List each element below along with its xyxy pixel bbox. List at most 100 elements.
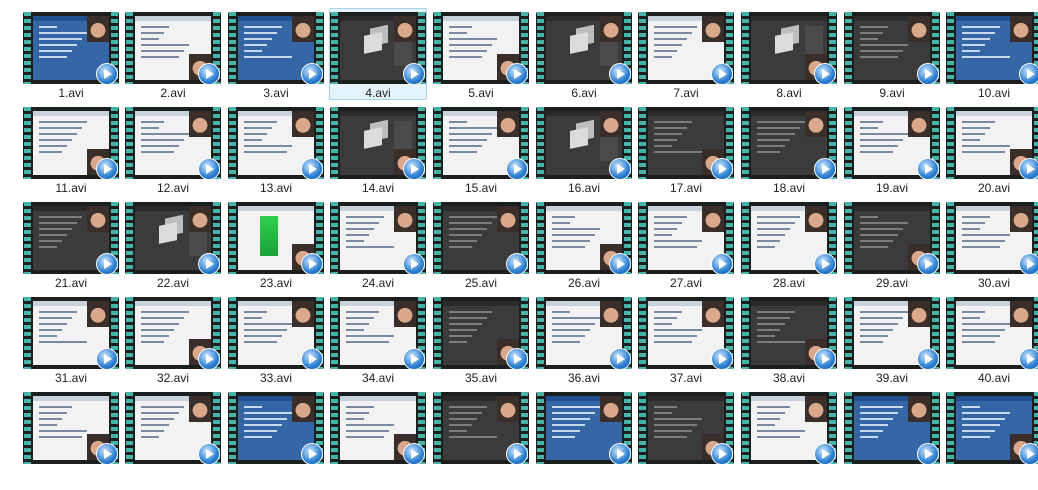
media-player-icon	[198, 348, 220, 369]
file-item[interactable]: 3.avi	[227, 8, 325, 100]
file-item[interactable]: 1.avi	[22, 8, 120, 100]
file-item[interactable]: 6.avi	[535, 8, 633, 100]
file-name-label: 14.avi	[361, 181, 395, 195]
file-item[interactable]: 33.avi	[227, 293, 325, 385]
file-item[interactable]: 28.avi	[740, 198, 838, 290]
file-item[interactable]: 5.avi	[432, 8, 530, 100]
file-item[interactable]: 31.avi	[22, 293, 120, 385]
media-player-icon	[609, 158, 631, 179]
file-item[interactable]	[124, 388, 222, 480]
webcam-overlay	[908, 301, 930, 327]
file-item[interactable]: 12.avi	[124, 103, 222, 195]
file-name-label: 9.avi	[879, 86, 905, 100]
webcam-overlay	[600, 16, 622, 42]
webcam-overlay	[908, 16, 930, 42]
media-player-icon	[609, 348, 631, 369]
video-thumbnail	[741, 107, 837, 179]
media-player-icon	[506, 63, 528, 84]
file-item[interactable]: 4.avi	[329, 8, 427, 100]
file-item[interactable]: 34.avi	[329, 293, 427, 385]
file-item[interactable]: 2.avi	[124, 8, 222, 100]
webcam-overlay	[189, 111, 211, 137]
file-name-label: 11.avi	[55, 181, 87, 195]
video-thumbnail	[946, 392, 1038, 464]
file-item[interactable]	[945, 388, 1038, 480]
file-item[interactable]: 25.avi	[432, 198, 530, 290]
file-item[interactable]: 9.avi	[843, 8, 941, 100]
media-player-icon	[506, 443, 528, 464]
video-thumbnail	[536, 12, 632, 84]
file-item[interactable]	[637, 388, 735, 480]
file-item[interactable]: 37.avi	[637, 293, 735, 385]
file-item[interactable]	[22, 388, 120, 480]
file-item[interactable]: 10.avi	[945, 8, 1038, 100]
webcam-overlay	[292, 301, 314, 327]
file-item[interactable]: 16.avi	[535, 103, 633, 195]
file-item[interactable]	[843, 388, 941, 480]
film-strip-edge	[126, 107, 133, 179]
file-item[interactable]: 39.avi	[843, 293, 941, 385]
file-item[interactable]: 23.avi	[227, 198, 325, 290]
file-item[interactable]: 17.avi	[637, 103, 735, 195]
file-item[interactable]: 14.avi	[329, 103, 427, 195]
file-thumbnail-grid: 1.avi 2.avi 3.avi 4.avi 5.avi 6.avi 7.avi 8.avi…	[0, 0, 1038, 490]
video-thumbnail	[23, 107, 119, 179]
media-player-icon	[96, 158, 118, 179]
file-item[interactable]: 22.avi	[124, 198, 222, 290]
file-item[interactable]: 11.avi	[22, 103, 120, 195]
video-thumbnail	[844, 202, 940, 274]
file-item[interactable]	[432, 388, 530, 480]
file-item[interactable]: 29.avi	[843, 198, 941, 290]
file-item[interactable]: 35.avi	[432, 293, 530, 385]
file-item[interactable]: 36.avi	[535, 293, 633, 385]
file-name-label: 38.avi	[772, 371, 806, 385]
file-item[interactable]: 8.avi	[740, 8, 838, 100]
file-item[interactable]	[740, 388, 838, 480]
media-player-icon	[403, 348, 425, 369]
file-item[interactable]	[329, 388, 427, 480]
video-thumbnail	[638, 202, 734, 274]
media-player-icon	[96, 443, 118, 464]
media-player-icon	[609, 443, 631, 464]
webcam-overlay	[87, 206, 109, 232]
video-thumbnail	[330, 392, 426, 464]
file-item[interactable]: 40.avi	[945, 293, 1038, 385]
file-item[interactable]: 30.avi	[945, 198, 1038, 290]
file-item[interactable]: 21.avi	[22, 198, 120, 290]
file-item[interactable]: 7.avi	[637, 8, 735, 100]
film-strip-edge	[126, 392, 133, 464]
film-strip-edge	[331, 202, 338, 274]
file-item[interactable]	[227, 388, 325, 480]
media-player-icon	[403, 158, 425, 179]
video-thumbnail	[23, 392, 119, 464]
file-item[interactable]: 26.avi	[535, 198, 633, 290]
webcam-overlay	[908, 396, 930, 422]
file-item[interactable]: 15.avi	[432, 103, 530, 195]
file-item[interactable]: 20.avi	[945, 103, 1038, 195]
film-strip-edge	[639, 392, 646, 464]
file-item[interactable]	[535, 388, 633, 480]
film-strip-edge	[331, 12, 338, 84]
film-strip-edge	[639, 202, 646, 274]
file-name-label: 17.avi	[669, 181, 703, 195]
film-strip-edge	[24, 107, 31, 179]
film-strip-edge	[742, 107, 749, 179]
file-item[interactable]: 13.avi	[227, 103, 325, 195]
file-item[interactable]: 27.avi	[637, 198, 735, 290]
film-strip-edge	[537, 107, 544, 179]
file-item[interactable]: 32.avi	[124, 293, 222, 385]
webcam-overlay	[292, 396, 314, 422]
file-item[interactable]: 24.avi	[329, 198, 427, 290]
film-strip-edge	[947, 392, 954, 464]
film-strip-edge	[947, 107, 954, 179]
file-item[interactable]: 18.avi	[740, 103, 838, 195]
webcam-overlay	[292, 16, 314, 42]
file-item[interactable]: 38.avi	[740, 293, 838, 385]
media-player-icon	[301, 348, 323, 369]
video-thumbnail	[330, 107, 426, 179]
file-item[interactable]: 19.avi	[843, 103, 941, 195]
webcam-overlay	[805, 206, 827, 232]
webcam-overlay	[702, 301, 724, 327]
media-player-icon	[506, 348, 528, 369]
webcam-overlay	[805, 111, 827, 137]
